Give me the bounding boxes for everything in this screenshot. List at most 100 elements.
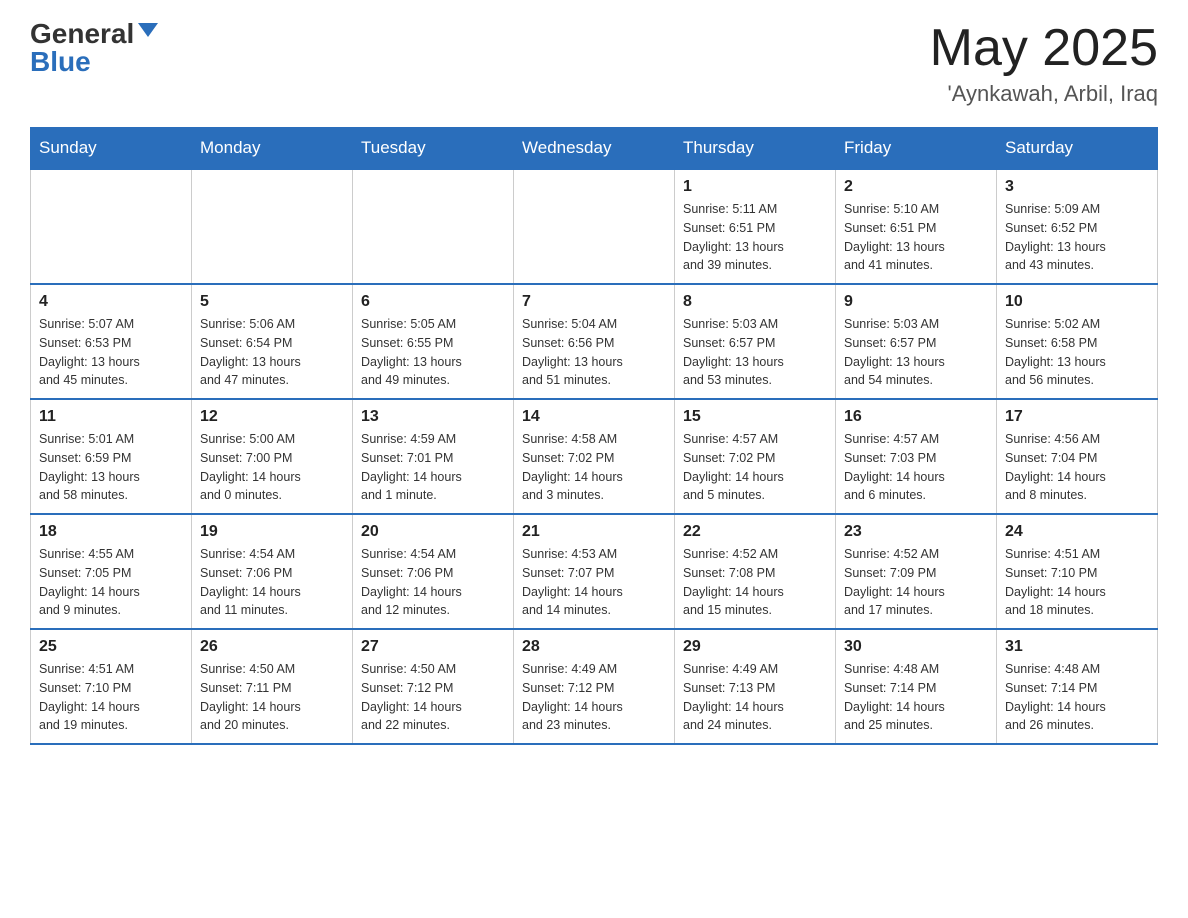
calendar-day-cell — [353, 169, 514, 284]
day-sun-info: Sunrise: 4:51 AM Sunset: 7:10 PM Dayligh… — [1005, 545, 1149, 620]
calendar-day-header: Monday — [192, 128, 353, 170]
day-number: 7 — [522, 293, 666, 311]
day-sun-info: Sunrise: 5:06 AM Sunset: 6:54 PM Dayligh… — [200, 315, 344, 390]
calendar-day-cell: 4 Sunrise: 5:07 AM Sunset: 6:53 PM Daylig… — [31, 284, 192, 399]
calendar-day-cell: 9Sunrise: 5:03 AM Sunset: 6:57 PM Daylig… — [836, 284, 997, 399]
day-number: 16 — [844, 408, 988, 426]
calendar-day-cell: 29 Sunrise: 4:49 AM Sunset: 7:13 PM Dayli… — [675, 629, 836, 744]
day-sun-info: Sunrise: 4:58 AM Sunset: 7:02 PM Dayligh… — [522, 430, 666, 505]
day-number: 28 — [522, 638, 666, 656]
day-sun-info: Sunrise: 4:52 AM Sunset: 7:08 PM Dayligh… — [683, 545, 827, 620]
day-sun-info: Sunrise: 5:02 AM Sunset: 6:58 PM Dayligh… — [1005, 315, 1149, 390]
day-number: 8 — [683, 293, 827, 311]
day-sun-info: Sunrise: 5:03 AM Sunset: 6:57 PM Dayligh… — [844, 315, 988, 390]
day-sun-info: Sunrise: 4:52 AM Sunset: 7:09 PM Dayligh… — [844, 545, 988, 620]
calendar-day-cell: 10 Sunrise: 5:02 AM Sunset: 6:58 PM Dayli… — [997, 284, 1158, 399]
day-number: 6 — [361, 293, 505, 311]
calendar-day-cell: 27 Sunrise: 4:50 AM Sunset: 7:12 PM Dayli… — [353, 629, 514, 744]
day-number: 30 — [844, 638, 988, 656]
calendar-day-header: Thursday — [675, 128, 836, 170]
day-number: 24 — [1005, 523, 1149, 541]
calendar-week-row: 11 Sunrise: 5:01 AM Sunset: 6:59 PM Dayli… — [31, 399, 1158, 514]
calendar-day-cell: 28Sunrise: 4:49 AM Sunset: 7:12 PM Dayli… — [514, 629, 675, 744]
calendar-day-cell: 24 Sunrise: 4:51 AM Sunset: 7:10 PM Dayli… — [997, 514, 1158, 629]
day-number: 27 — [361, 638, 505, 656]
logo: General Blue — [30, 20, 158, 76]
day-sun-info: Sunrise: 4:50 AM Sunset: 7:11 PM Dayligh… — [200, 660, 344, 735]
logo-general-text: General — [30, 20, 134, 48]
calendar-day-cell: 6 Sunrise: 5:05 AM Sunset: 6:55 PM Daylig… — [353, 284, 514, 399]
day-number: 4 — [39, 293, 183, 311]
day-sun-info: Sunrise: 4:48 AM Sunset: 7:14 PM Dayligh… — [844, 660, 988, 735]
calendar-day-cell: 3Sunrise: 5:09 AM Sunset: 6:52 PM Daylig… — [997, 169, 1158, 284]
calendar-day-header: Sunday — [31, 128, 192, 170]
calendar-day-cell: 26 Sunrise: 4:50 AM Sunset: 7:11 PM Dayli… — [192, 629, 353, 744]
calendar-week-row: 1Sunrise: 5:11 AM Sunset: 6:51 PM Daylig… — [31, 169, 1158, 284]
day-number: 20 — [361, 523, 505, 541]
day-sun-info: Sunrise: 5:04 AM Sunset: 6:56 PM Dayligh… — [522, 315, 666, 390]
logo-arrow-icon — [138, 23, 158, 37]
day-number: 26 — [200, 638, 344, 656]
calendar-day-cell: 18 Sunrise: 4:55 AM Sunset: 7:05 PM Dayli… — [31, 514, 192, 629]
calendar-week-row: 25Sunrise: 4:51 AM Sunset: 7:10 PM Dayli… — [31, 629, 1158, 744]
day-number: 18 — [39, 523, 183, 541]
day-sun-info: Sunrise: 5:09 AM Sunset: 6:52 PM Dayligh… — [1005, 200, 1149, 275]
day-sun-info: Sunrise: 5:03 AM Sunset: 6:57 PM Dayligh… — [683, 315, 827, 390]
day-number: 29 — [683, 638, 827, 656]
calendar-day-header: Friday — [836, 128, 997, 170]
day-sun-info: Sunrise: 4:50 AM Sunset: 7:12 PM Dayligh… — [361, 660, 505, 735]
calendar-day-cell: 22 Sunrise: 4:52 AM Sunset: 7:08 PM Dayli… — [675, 514, 836, 629]
month-year-title: May 2025 — [930, 20, 1158, 77]
day-number: 13 — [361, 408, 505, 426]
calendar-day-cell: 8 Sunrise: 5:03 AM Sunset: 6:57 PM Daylig… — [675, 284, 836, 399]
calendar-day-cell: 20 Sunrise: 4:54 AM Sunset: 7:06 PM Dayli… — [353, 514, 514, 629]
day-sun-info: Sunrise: 5:01 AM Sunset: 6:59 PM Dayligh… — [39, 430, 183, 505]
calendar-week-row: 4 Sunrise: 5:07 AM Sunset: 6:53 PM Daylig… — [31, 284, 1158, 399]
calendar-day-cell — [192, 169, 353, 284]
day-number: 17 — [1005, 408, 1149, 426]
day-sun-info: Sunrise: 5:10 AM Sunset: 6:51 PM Dayligh… — [844, 200, 988, 275]
day-number: 11 — [39, 408, 183, 426]
logo-blue-text: Blue — [30, 48, 91, 76]
day-number: 31 — [1005, 638, 1149, 656]
calendar-day-header: Tuesday — [353, 128, 514, 170]
day-number: 22 — [683, 523, 827, 541]
calendar-day-cell: 12Sunrise: 5:00 AM Sunset: 7:00 PM Dayli… — [192, 399, 353, 514]
page-header: General Blue May 2025 'Aynkawah, Arbil, … — [30, 20, 1158, 107]
calendar-day-cell: 1Sunrise: 5:11 AM Sunset: 6:51 PM Daylig… — [675, 169, 836, 284]
title-section: May 2025 'Aynkawah, Arbil, Iraq — [930, 20, 1158, 107]
calendar-table: SundayMondayTuesdayWednesdayThursdayFrid… — [30, 127, 1158, 745]
day-number: 5 — [200, 293, 344, 311]
location-subtitle: 'Aynkawah, Arbil, Iraq — [930, 81, 1158, 107]
day-sun-info: Sunrise: 4:49 AM Sunset: 7:13 PM Dayligh… — [683, 660, 827, 735]
day-number: 23 — [844, 523, 988, 541]
day-number: 12 — [200, 408, 344, 426]
day-sun-info: Sunrise: 4:48 AM Sunset: 7:14 PM Dayligh… — [1005, 660, 1149, 735]
day-sun-info: Sunrise: 4:53 AM Sunset: 7:07 PM Dayligh… — [522, 545, 666, 620]
calendar-day-cell: 13 Sunrise: 4:59 AM Sunset: 7:01 PM Dayli… — [353, 399, 514, 514]
day-sun-info: Sunrise: 5:05 AM Sunset: 6:55 PM Dayligh… — [361, 315, 505, 390]
calendar-day-cell — [514, 169, 675, 284]
calendar-day-cell: 17 Sunrise: 4:56 AM Sunset: 7:04 PM Dayli… — [997, 399, 1158, 514]
day-sun-info: Sunrise: 4:54 AM Sunset: 7:06 PM Dayligh… — [361, 545, 505, 620]
day-sun-info: Sunrise: 5:07 AM Sunset: 6:53 PM Dayligh… — [39, 315, 183, 390]
day-sun-info: Sunrise: 4:57 AM Sunset: 7:02 PM Dayligh… — [683, 430, 827, 505]
day-sun-info: Sunrise: 4:55 AM Sunset: 7:05 PM Dayligh… — [39, 545, 183, 620]
day-sun-info: Sunrise: 4:54 AM Sunset: 7:06 PM Dayligh… — [200, 545, 344, 620]
day-number: 10 — [1005, 293, 1149, 311]
calendar-day-cell: 16Sunrise: 4:57 AM Sunset: 7:03 PM Dayli… — [836, 399, 997, 514]
day-sun-info: Sunrise: 4:59 AM Sunset: 7:01 PM Dayligh… — [361, 430, 505, 505]
day-number: 2 — [844, 178, 988, 196]
calendar-day-cell — [31, 169, 192, 284]
calendar-day-cell: 11 Sunrise: 5:01 AM Sunset: 6:59 PM Dayli… — [31, 399, 192, 514]
calendar-day-cell: 30 Sunrise: 4:48 AM Sunset: 7:14 PM Dayli… — [836, 629, 997, 744]
day-number: 1 — [683, 178, 827, 196]
calendar-week-row: 18 Sunrise: 4:55 AM Sunset: 7:05 PM Dayli… — [31, 514, 1158, 629]
day-sun-info: Sunrise: 4:56 AM Sunset: 7:04 PM Dayligh… — [1005, 430, 1149, 505]
calendar-header-row: SundayMondayTuesdayWednesdayThursdayFrid… — [31, 128, 1158, 170]
day-number: 19 — [200, 523, 344, 541]
calendar-day-cell: 5 Sunrise: 5:06 AM Sunset: 6:54 PM Daylig… — [192, 284, 353, 399]
calendar-day-cell: 21Sunrise: 4:53 AM Sunset: 7:07 PM Dayli… — [514, 514, 675, 629]
calendar-day-cell: 15Sunrise: 4:57 AM Sunset: 7:02 PM Dayli… — [675, 399, 836, 514]
calendar-day-cell: 2 Sunrise: 5:10 AM Sunset: 6:51 PM Daylig… — [836, 169, 997, 284]
